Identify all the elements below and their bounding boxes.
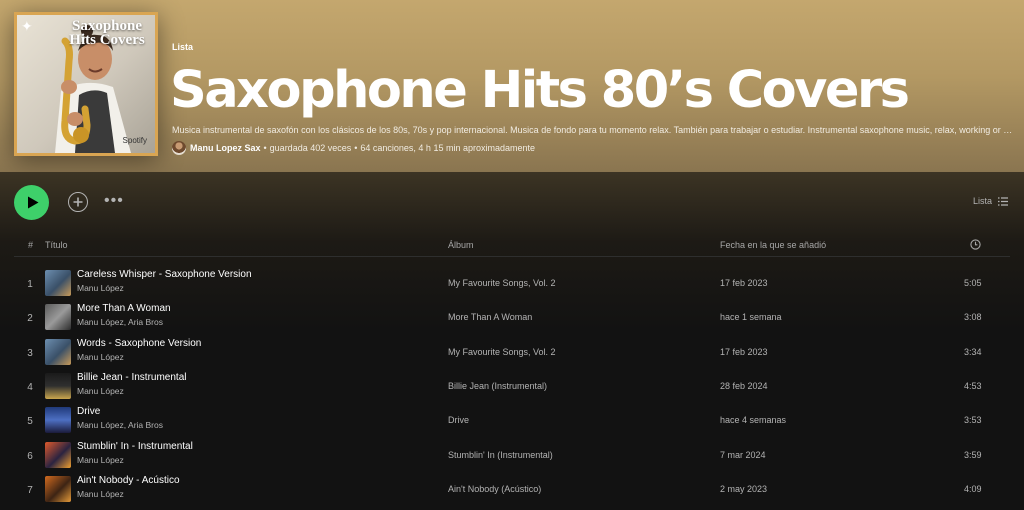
track-date-added: 7 mar 2024: [720, 450, 766, 460]
track-row[interactable]: 4 Billie Jean - Instrumental Manu López …: [14, 370, 1010, 404]
track-title[interactable]: Ain't Nobody - Acústico: [77, 475, 180, 486]
clock-icon[interactable]: [970, 239, 981, 252]
meta-separator: •: [354, 143, 358, 153]
track-title[interactable]: More Than A Woman: [77, 303, 171, 314]
saves-count: guardada 402 veces: [269, 143, 352, 153]
track-row[interactable]: 3 Words - Saxophone Version Manu López M…: [14, 336, 1010, 370]
track-album[interactable]: Drive: [448, 415, 469, 425]
track-duration: 3:53: [964, 415, 982, 425]
track-date-added: 28 feb 2024: [720, 381, 768, 391]
track-album[interactable]: More Than A Woman: [448, 312, 532, 322]
track-number: 3: [27, 348, 33, 359]
column-album[interactable]: Álbum: [448, 240, 474, 250]
track-date-added: 17 feb 2023: [720, 278, 768, 288]
track-number: 2: [27, 313, 33, 324]
track-cover: [45, 270, 71, 296]
track-cover: [45, 407, 71, 433]
view-mode-toggle[interactable]: Lista: [973, 196, 1008, 206]
track-artist[interactable]: Manu López: [77, 455, 124, 465]
more-options-button[interactable]: •••: [104, 193, 124, 209]
track-title[interactable]: Drive: [77, 406, 100, 417]
playlist-page: ✦ Saxophone Hits Covers Spotify Lista Sa…: [0, 0, 1024, 510]
track-row[interactable]: 7 Ain't Nobody - Acústico Manu López Ain…: [14, 473, 1010, 507]
column-title[interactable]: Título: [45, 240, 68, 250]
column-date-added[interactable]: Fecha en la que se añadió: [720, 240, 826, 250]
track-number: 7: [27, 485, 33, 496]
track-title[interactable]: Billie Jean - Instrumental: [77, 372, 187, 383]
track-number: 5: [27, 416, 33, 427]
cover-title: Saxophone Hits Covers: [69, 18, 145, 48]
track-cover: [45, 339, 71, 365]
track-duration: 3:08: [964, 312, 982, 322]
track-cover: [45, 373, 71, 399]
track-row[interactable]: 2 More Than A Woman Manu López, Aria Bro…: [14, 301, 1010, 335]
track-title[interactable]: Careless Whisper - Saxophone Version: [77, 269, 252, 280]
track-album[interactable]: My Favourite Songs, Vol. 2: [448, 278, 556, 288]
track-date-added: 17 feb 2023: [720, 347, 768, 357]
plus-icon: [73, 197, 83, 207]
view-mode-label: Lista: [972, 196, 992, 206]
list-icon: [998, 196, 1008, 206]
track-number: 1: [27, 279, 33, 290]
track-artist[interactable]: Manu López: [77, 283, 124, 293]
playlist-header: ✦ Saxophone Hits Covers Spotify Lista Sa…: [0, 0, 1024, 172]
track-album[interactable]: Stumblin' In (Instrumental): [448, 450, 553, 460]
play-icon: [27, 196, 38, 209]
spotify-logo-icon: Spotify: [122, 136, 147, 145]
owner-avatar[interactable]: [172, 141, 186, 155]
track-album[interactable]: My Favourite Songs, Vol. 2: [448, 347, 556, 357]
track-cover: [45, 476, 71, 502]
track-album[interactable]: Billie Jean (Instrumental): [448, 381, 547, 391]
playlist-type-label: Lista: [172, 42, 194, 52]
track-artist[interactable]: Manu López: [77, 352, 124, 362]
track-duration: 3:59: [964, 450, 982, 460]
owner-name-link[interactable]: Manu Lopez Sax: [190, 143, 261, 153]
track-cover: [45, 442, 71, 468]
track-row[interactable]: 6 Stumblin' In - Instrumental Manu López…: [14, 439, 1010, 473]
track-row[interactable]: 5 Drive Manu López, Aria Bros Drive hace…: [14, 404, 1010, 438]
track-artist[interactable]: Manu López: [77, 386, 124, 396]
track-duration: 4:53: [964, 381, 982, 391]
track-artist[interactable]: Manu López, Aria Bros: [77, 317, 163, 327]
play-button[interactable]: [14, 185, 49, 220]
track-date-added: hace 4 semanas: [720, 415, 787, 425]
track-number: 6: [27, 451, 33, 462]
playlist-description: Musica instrumental de saxofón con los c…: [172, 125, 1014, 135]
sparkle-icon: ✦: [21, 18, 33, 34]
track-artist[interactable]: Manu López: [77, 489, 124, 499]
track-table-header: # Título Álbum Fecha en la que se añadió: [14, 237, 1010, 257]
track-duration: 4:09: [964, 484, 982, 494]
track-album[interactable]: Ain't Nobody (Acústico): [448, 484, 541, 494]
track-duration: 5:05: [964, 278, 982, 288]
track-date-added: hace 1 semana: [720, 312, 782, 322]
track-number: 4: [27, 382, 33, 393]
column-number: #: [28, 240, 34, 250]
meta-separator: •: [263, 143, 267, 153]
playlist-meta: Manu Lopez Sax • guardada 402 veces • 64…: [172, 141, 535, 155]
track-duration: 3:34: [964, 347, 982, 357]
add-to-library-button[interactable]: [68, 192, 88, 212]
track-title[interactable]: Words - Saxophone Version: [77, 338, 201, 349]
track-row[interactable]: 1 Careless Whisper - Saxophone Version M…: [14, 267, 1010, 301]
playlist-cover[interactable]: ✦ Saxophone Hits Covers Spotify: [14, 12, 158, 156]
track-artist[interactable]: Manu López, Aria Bros: [77, 420, 163, 430]
track-title[interactable]: Stumblin' In - Instrumental: [77, 441, 193, 452]
playlist-summary: 64 canciones, 4 h 15 min aproximadamente: [360, 143, 535, 153]
playlist-title: Saxophone Hits 80’s Covers: [170, 61, 910, 120]
track-date-added: 2 may 2023: [720, 484, 768, 494]
track-cover: [45, 304, 71, 330]
